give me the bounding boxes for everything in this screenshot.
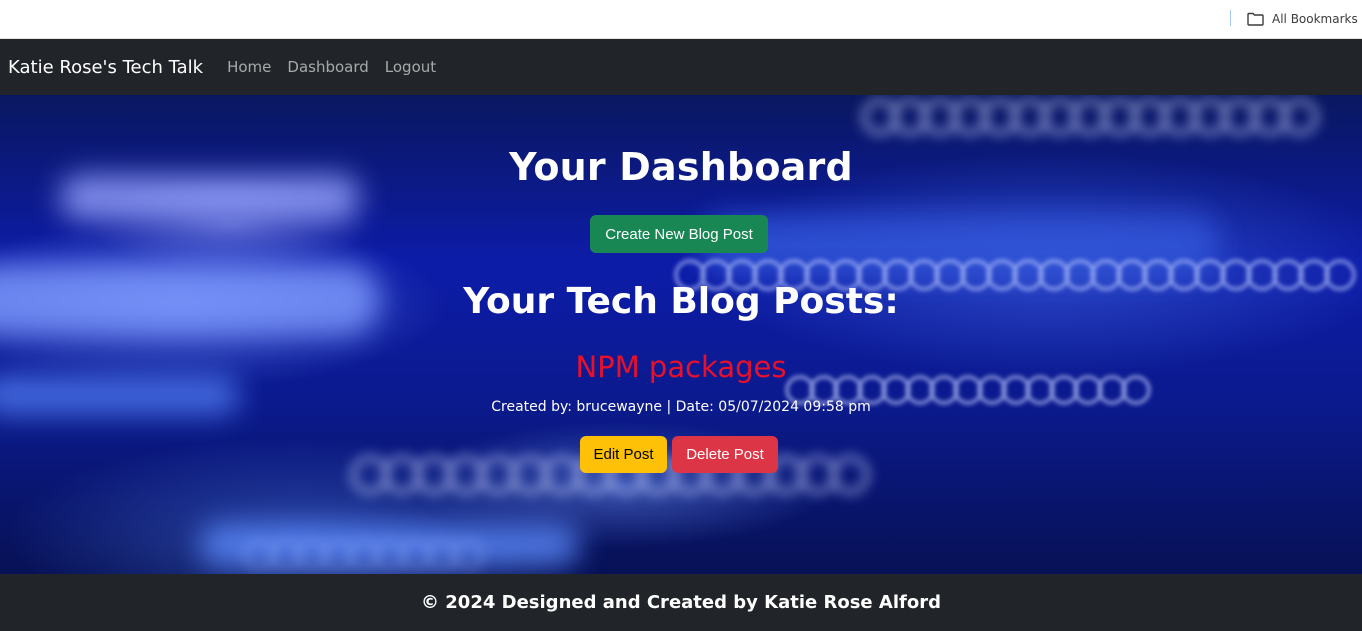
all-bookmarks-label: All Bookmarks [1272,12,1358,26]
footer-text: © 2024 Designed and Created by Katie Ros… [421,592,941,613]
posts-heading: Your Tech Blog Posts: [463,281,899,322]
site-navbar: Katie Rose's Tech Talk Home Dashboard Lo… [0,39,1362,95]
delete-post-button[interactable]: Delete Post [672,436,778,473]
all-bookmarks-button[interactable]: All Bookmarks [1247,9,1358,29]
folder-icon [1247,12,1264,26]
bookmarks-bar: All Bookmarks [0,0,1362,39]
site-footer: © 2024 Designed and Created by Katie Ros… [0,574,1362,631]
dashboard-content: Your Dashboard Create New Blog Post Your… [0,95,1362,574]
navbar-brand[interactable]: Katie Rose's Tech Talk [8,57,203,78]
create-post-button[interactable]: Create New Blog Post [590,215,768,253]
nav-link-home[interactable]: Home [227,58,271,76]
edit-post-button[interactable]: Edit Post [580,436,667,473]
dashboard-main: Your Dashboard Create New Blog Post Your… [0,95,1362,574]
nav-link-dashboard[interactable]: Dashboard [287,58,368,76]
post-title[interactable]: NPM packages [0,350,1362,384]
bookmarks-divider [1230,10,1231,26]
dashboard-title: Your Dashboard [509,145,853,189]
post-meta: Created by: brucewayne | Date: 05/07/202… [491,399,871,415]
nav-link-logout[interactable]: Logout [385,58,436,76]
